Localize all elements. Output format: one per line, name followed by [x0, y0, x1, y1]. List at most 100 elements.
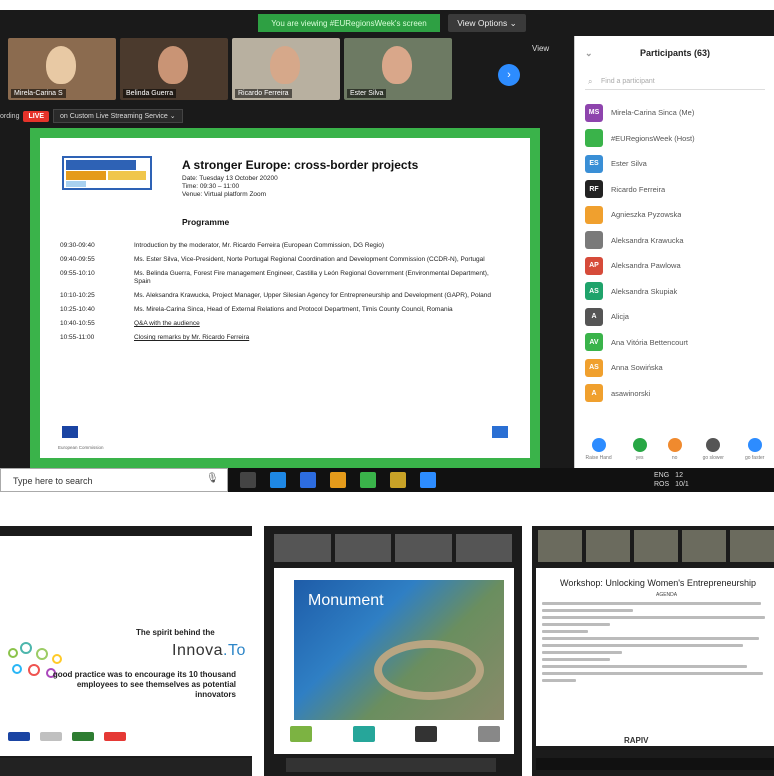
participant-name: Agnieszka Pyzowska	[611, 210, 682, 220]
screen-share-banner: You are viewing #EURegionsWeek's screen	[258, 14, 440, 32]
workshop-agenda: Workshop: Unlocking Women's Entrepreneur…	[536, 568, 774, 746]
taskbar	[536, 758, 774, 770]
agenda-row: 10:40-10:55 Q&A with the audience	[60, 320, 504, 328]
reaction-label: Raise Hand	[585, 455, 612, 461]
windows-taskbar: Type here to search 🎙 ENG ROS 12 10/1	[0, 468, 774, 492]
taskbar-app-icon[interactable]	[390, 472, 406, 488]
participant-search-input[interactable]: ⌕ Find a participant	[585, 74, 765, 90]
stream-service-select[interactable]: on Custom Live Streaming Service ⌄	[53, 109, 183, 123]
live-badge[interactable]: LIVE	[23, 110, 50, 122]
avatar: A	[585, 307, 603, 326]
participant-row[interactable]: AV Ana Vitória Bettencourt	[585, 330, 771, 356]
taskbar-app-icon[interactable]	[360, 472, 376, 488]
chevron-down-icon[interactable]: ⌄	[585, 48, 593, 59]
participant-row[interactable]: #EURegionsWeek (Host)	[585, 126, 771, 152]
participant-row[interactable]: RF Ricardo Ferreira	[585, 177, 771, 203]
avatar	[585, 231, 603, 250]
slide-date: Date: Tuesday 13 October 20200	[182, 175, 278, 182]
search-icon: ⌕	[588, 77, 593, 86]
participant-name: Anna Sowińska	[611, 363, 663, 373]
avatar	[270, 46, 300, 84]
system-tray: ENG ROS 12 10/1	[654, 471, 689, 489]
agenda-text: Introduction by the moderator, Mr. Ricar…	[134, 242, 384, 249]
eu-flag-icon	[492, 426, 508, 438]
agenda-row: 09:30-09:40 Introduction by the moderator…	[60, 242, 504, 250]
reaction-icon	[591, 438, 606, 452]
reaction-label: go faster	[744, 455, 765, 461]
participant-name: Aleksandra Pawlowa	[611, 261, 681, 271]
agenda-text: Q&A with the audience	[134, 320, 200, 327]
reaction-label: no	[671, 455, 678, 461]
participant-row[interactable]: Aleksandra Krawucka	[585, 228, 771, 254]
agenda-text: Closing remarks by Mr. Ricardo Ferreira	[134, 334, 250, 341]
programme-heading: Programme	[182, 217, 230, 227]
agenda-label: AGENDA	[656, 592, 678, 598]
slide-time: Time: 09:30 – 11:00	[182, 183, 240, 190]
taskbar-app-icon[interactable]	[330, 472, 346, 488]
video-tile[interactable]: Belinda Guerra	[120, 38, 228, 100]
logo-part: Innova	[172, 642, 224, 659]
event-logo	[62, 156, 152, 190]
agenda-time: 10:55-11:00	[60, 334, 95, 341]
eu-flag-icon	[62, 426, 78, 438]
workshop-title: Workshop: Unlocking Women's Entrepreneur…	[560, 578, 756, 588]
video-tile[interactable]: Mirela-Carina S	[8, 38, 116, 100]
participant-row[interactable]: Agnieszka Pyzowska	[585, 202, 771, 228]
partner-logos	[8, 732, 126, 741]
language-indicator[interactable]: ENG ROS	[654, 471, 669, 489]
agenda-text: Ms. Mirela-Carina Sinca, Head of Externa…	[134, 306, 453, 313]
taskbar-app-icon[interactable]	[240, 472, 256, 488]
shared-slide: A stronger Europe: cross-border projects…	[30, 128, 540, 468]
monument-slide: Monument	[274, 568, 514, 754]
avatar: AV	[585, 333, 603, 352]
participant-name: Ester Silva	[611, 159, 647, 169]
participant-row[interactable]: A Alicja	[585, 304, 771, 330]
participant-row[interactable]: AS Aleksandra Skupiak	[585, 279, 771, 305]
participant-list: MS Mirela-Carina Sinca (Me) #EURegionsWeek…	[585, 100, 771, 406]
participant-row[interactable]: Aasawinorski	[585, 381, 771, 407]
agenda-time: 10:10-10:25	[60, 292, 95, 299]
participant-name: #EURegionsWeek (Host)	[611, 133, 695, 143]
video-tile[interactable]: Ricardo Ferreira	[232, 38, 340, 100]
clock-date: 10/1	[675, 481, 689, 488]
workshop-screenshot: Workshop: Unlocking Women's Entrepreneur…	[532, 526, 774, 776]
participants-title: ⌄ Participants (63)	[575, 36, 774, 70]
avatar	[585, 205, 603, 224]
search-placeholder: Find a participant	[601, 78, 655, 85]
view-button[interactable]: View	[532, 44, 549, 53]
agenda-row: 09:40-09:55 Ms. Ester Silva, Vice-Preside…	[60, 256, 504, 264]
taskbar-app-icon[interactable]	[300, 472, 316, 488]
slide-venue: Venue: Virtual platform Zoom	[182, 191, 267, 198]
innovato-slide: The spirit behind the Innova.To good pra…	[0, 536, 252, 756]
participant-row[interactable]: ES Ester Silva	[585, 151, 771, 177]
live-stream-row: ording LIVE on Custom Live Streaming Ser…	[0, 108, 183, 124]
participant-row[interactable]: AP Aleksandra Pawlowa	[585, 253, 771, 279]
taskbar-app-icon[interactable]	[420, 472, 436, 488]
partner-logos	[290, 726, 500, 742]
avatar: A	[585, 384, 603, 403]
avatar: MS	[585, 103, 603, 122]
reaction-label: go slower	[702, 455, 724, 461]
view-options-button[interactable]: View Options ⌄	[448, 14, 526, 32]
agenda-text: Ms. Belinda Guerra, Forest Fire manageme…	[134, 270, 489, 285]
participant-name: asawinorski	[611, 388, 651, 398]
agenda-lines	[542, 602, 770, 686]
agenda-time: 09:30-09:40	[60, 242, 95, 249]
agenda-text: Ms. Ester Silva, Vice-President, Norte P…	[134, 256, 485, 263]
video-tile[interactable]: Ester Silva	[344, 38, 452, 100]
slide-content: A stronger Europe: cross-border projects…	[40, 138, 530, 458]
agenda-text: Ms. Aleksandra Krawucka, Project Manager…	[134, 292, 491, 299]
taskbar-search-input[interactable]: Type here to search	[0, 468, 228, 492]
innovato-logo: Innova.To	[172, 642, 246, 660]
agenda-row: 10:10-10:25 Ms. Aleksandra Krawucka, Proj…	[60, 292, 504, 300]
reaction-icon	[632, 438, 647, 452]
clock[interactable]: 12 10/1	[675, 471, 689, 489]
next-page-icon[interactable]: ›	[498, 64, 520, 86]
innovato-screenshot: The spirit behind the Innova.To good pra…	[0, 526, 252, 776]
participant-row[interactable]: AS Anna Sowińska	[585, 355, 771, 381]
microphone-icon[interactable]: 🎙	[206, 473, 219, 484]
avatar: RF	[585, 180, 603, 199]
participant-name: Mirela-Carina Sinca (Me)	[611, 108, 695, 118]
participant-row[interactable]: MS Mirela-Carina Sinca (Me)	[585, 100, 771, 126]
taskbar-app-icon[interactable]	[270, 472, 286, 488]
